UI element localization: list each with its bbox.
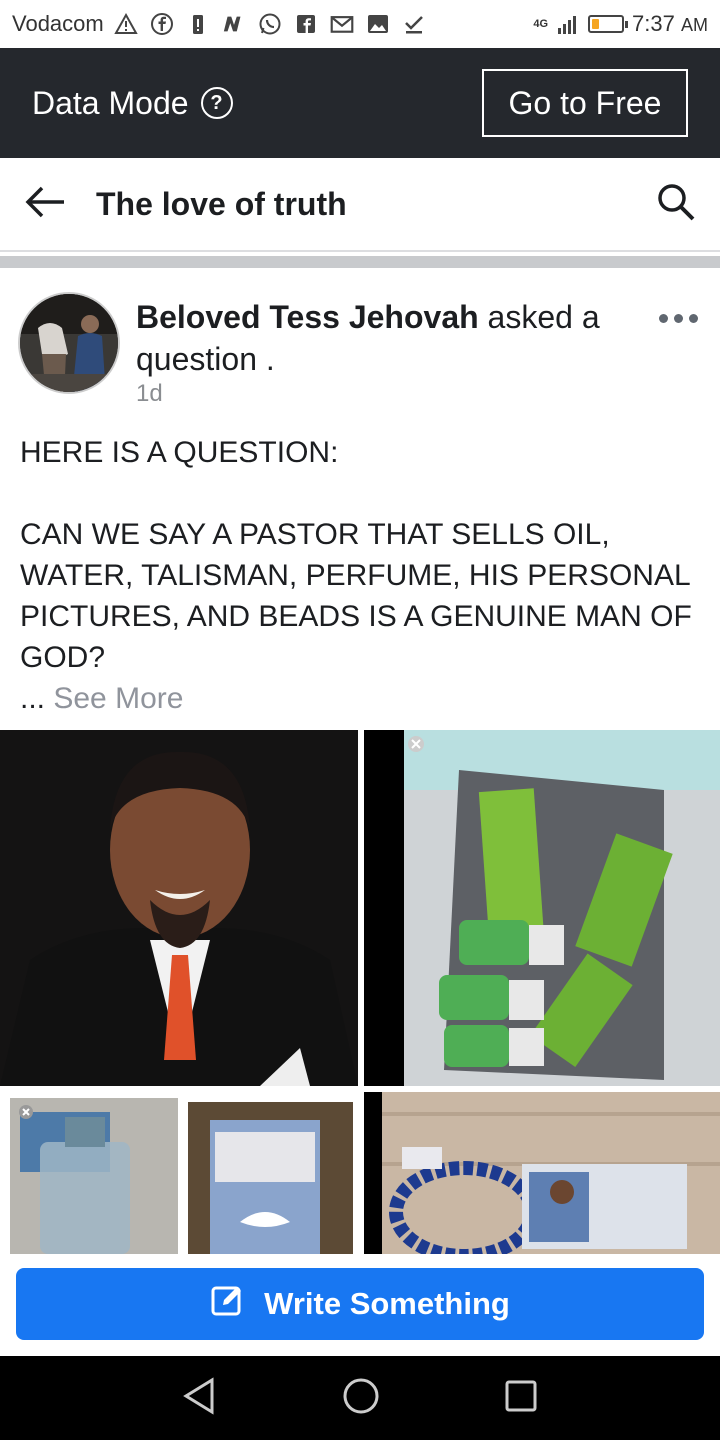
system-nav-bar (0, 1356, 720, 1440)
post-line-intro: HERE IS A QUESTION: (20, 436, 339, 469)
author-name[interactable]: Beloved Tess Jehovah (136, 299, 479, 335)
post-card: Beloved Tess Jehovah asked a question . … (0, 274, 720, 1254)
recents-nav-icon[interactable] (504, 1379, 538, 1418)
post-header-text: Beloved Tess Jehovah asked a question . (136, 296, 636, 380)
warning-icon (114, 12, 138, 36)
system-status: 4G 7:37 AM (533, 11, 708, 37)
avatar[interactable] (18, 292, 120, 394)
whatsapp-icon (258, 12, 282, 36)
post-line-question: CAN WE SAY A PASTOR THAT SELLS OIL, WATE… (20, 518, 692, 674)
search-icon[interactable] (656, 182, 696, 227)
battery-icon (588, 15, 629, 33)
facebook-icon (150, 12, 174, 36)
gallery-icon (366, 12, 390, 36)
post-image-products[interactable] (364, 730, 720, 1086)
help-icon[interactable]: ? (200, 87, 233, 119)
home-nav-icon[interactable] (342, 1377, 380, 1420)
edit-icon (210, 1282, 246, 1326)
download-done-icon (402, 12, 426, 36)
write-something-label: Write Something (264, 1286, 510, 1321)
back-arrow-icon[interactable] (24, 184, 68, 225)
page-header: The love of truth (0, 158, 720, 252)
carrier-name: Vodacom (12, 11, 104, 36)
network-type: 4G (533, 18, 549, 30)
composer-bar: Write Something (0, 1254, 720, 1356)
ellipsis: ... (20, 682, 46, 715)
battery-alert-icon (186, 12, 210, 36)
post-image-bottles[interactable] (0, 1092, 358, 1254)
data-mode-banner: Data Mode ? Go to Free (0, 48, 720, 158)
clock: 7:37 AM (632, 11, 708, 36)
more-options-icon[interactable] (659, 314, 698, 323)
post-image-bracelet[interactable] (364, 1092, 720, 1254)
group-title: The love of truth (96, 185, 347, 222)
post-timestamp[interactable]: 1d (136, 380, 163, 408)
back-nav-icon[interactable] (182, 1376, 218, 1420)
see-more-row: ... See More (20, 678, 700, 719)
facebook-square-icon (294, 12, 318, 36)
post-image-portrait[interactable] (0, 730, 358, 1086)
gmail-icon (330, 12, 354, 36)
see-more-link[interactable]: See More (53, 682, 183, 715)
data-mode-text: Data Mode (32, 84, 189, 121)
signal-icon (556, 12, 580, 36)
status-bar: Vodacom 4G 7:37 AM (0, 0, 720, 48)
write-something-button[interactable]: Write Something (16, 1268, 704, 1340)
notification-icons (114, 12, 426, 36)
post-text: HERE IS A QUESTION: CAN WE SAY A PASTOR … (20, 432, 700, 719)
go-to-free-button[interactable]: Go to Free (482, 69, 688, 137)
news-app-icon (222, 12, 246, 36)
data-mode-label[interactable]: Data Mode ? (32, 85, 233, 122)
section-divider (0, 252, 720, 274)
